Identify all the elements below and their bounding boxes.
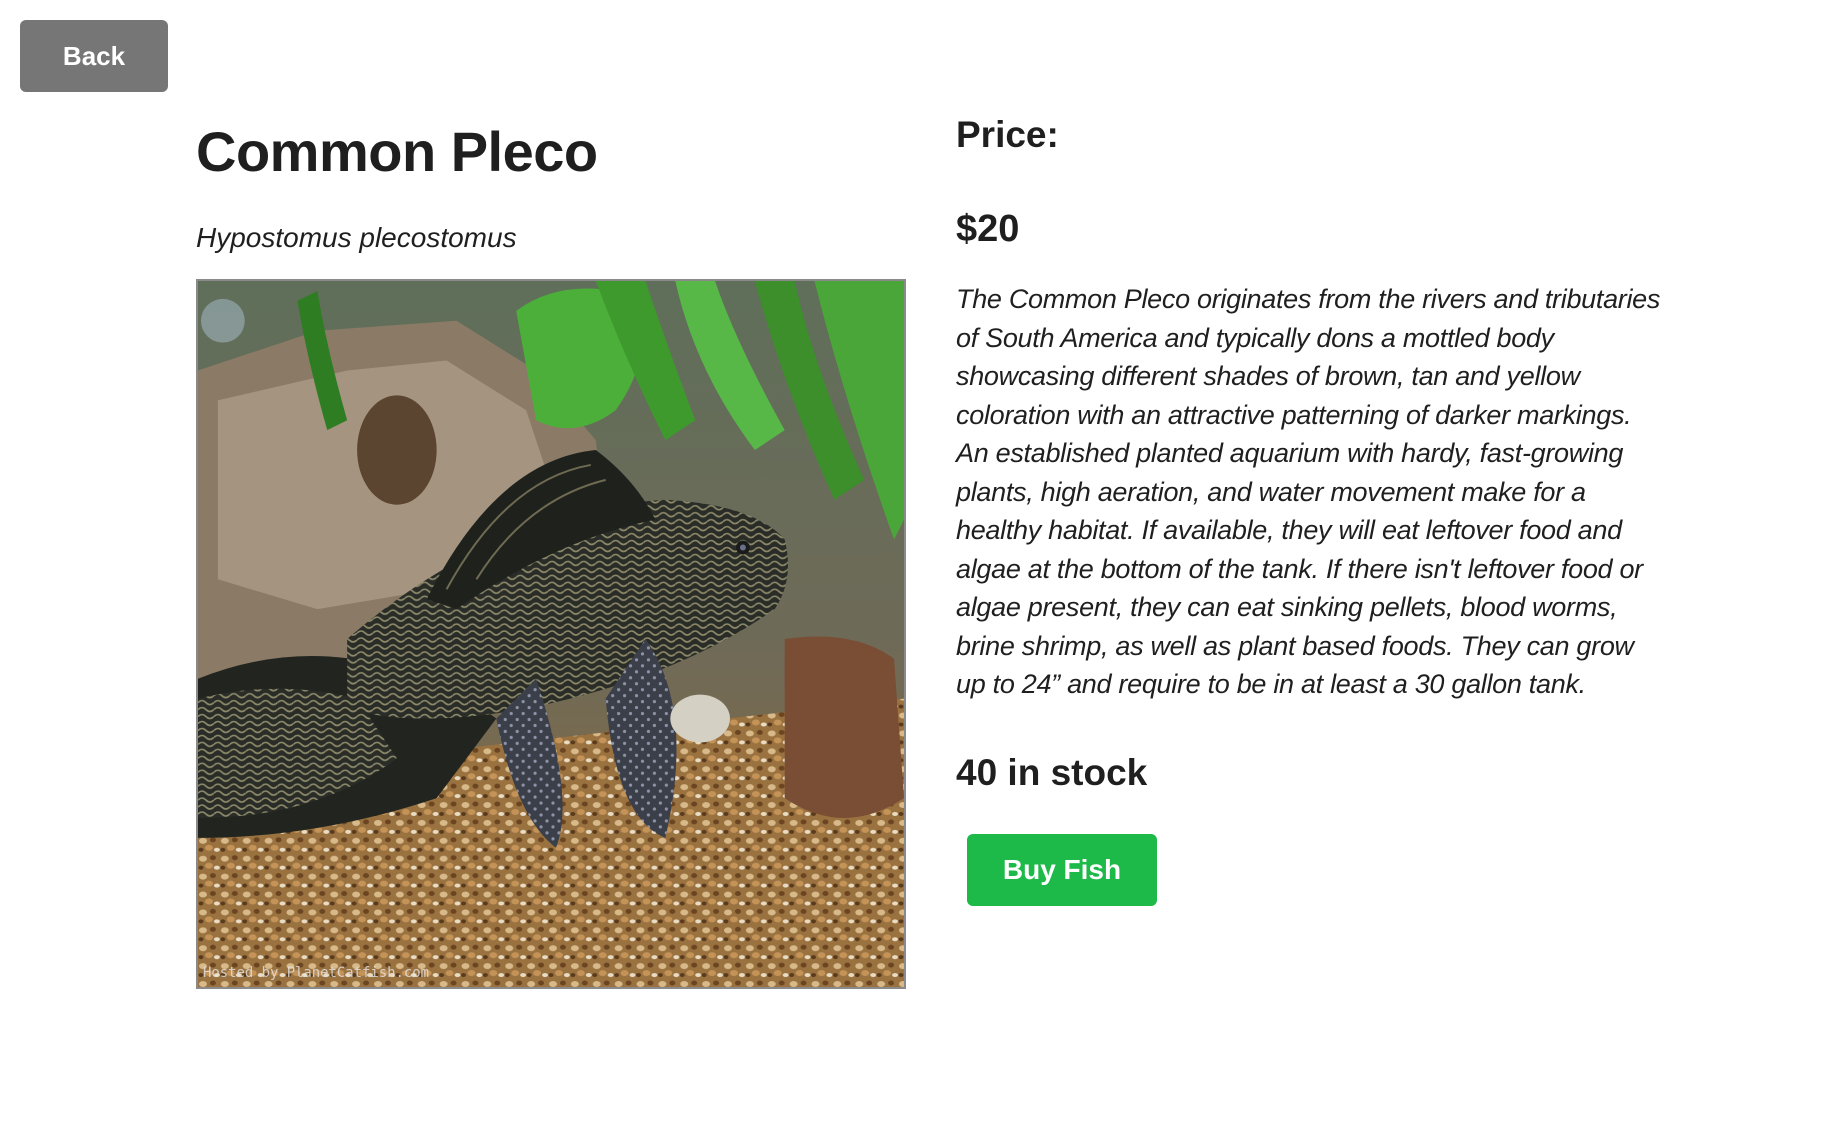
fish-name: Common Pleco: [196, 120, 598, 183]
fish-details: Price: $20 The Common Pleco originates f…: [956, 110, 1666, 906]
price-value: $20: [956, 208, 1020, 250]
pleco-photo: Hosted by PlanetCatfish.com: [198, 281, 904, 987]
fish-description: The Common Pleco originates from the riv…: [956, 284, 1661, 699]
back-button[interactable]: Back: [20, 20, 168, 92]
buy-fish-button[interactable]: Buy Fish: [967, 833, 1157, 906]
stock-count: 40 in stock: [956, 751, 1148, 793]
fish-image: Hosted by PlanetCatfish.com: [196, 279, 906, 989]
price-label: Price:: [956, 114, 1059, 155]
fish-detail-page: Back Common Pleco Hypostomus plecostomus: [0, 0, 1834, 1148]
fish-header: Common Pleco Hypostomus plecostomus: [196, 112, 908, 256]
fish-scientific-name: Hypostomus plecostomus: [196, 222, 517, 253]
photo-watermark: Hosted by PlanetCatfish.com: [203, 965, 429, 981]
